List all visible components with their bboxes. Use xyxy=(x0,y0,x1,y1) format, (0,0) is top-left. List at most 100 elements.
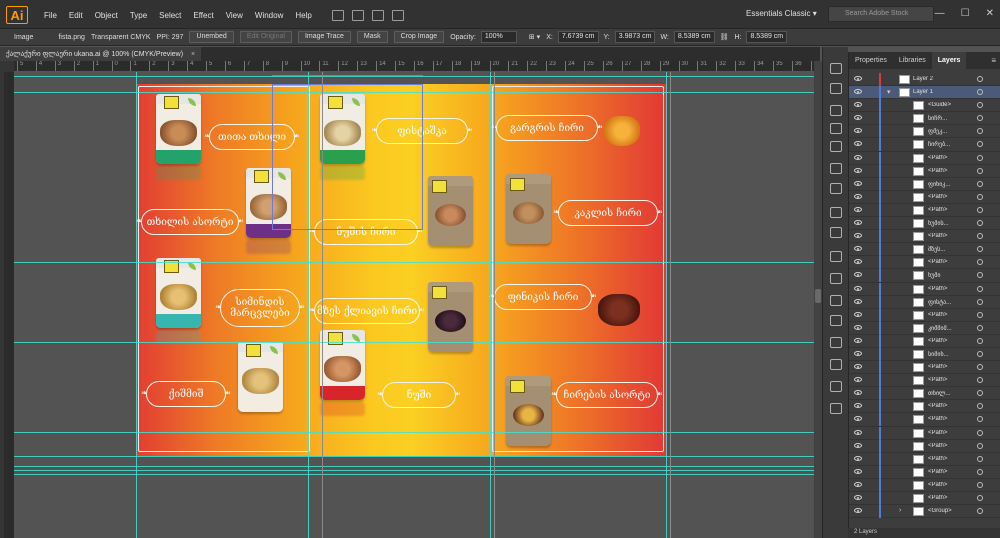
layer-item-row[interactable]: <Path> xyxy=(849,334,1000,348)
label-tkhilis-asorti[interactable]: თხილის ასორტი xyxy=(141,209,239,235)
align-panel-icon[interactable] xyxy=(830,295,842,306)
visibility-eye-icon[interactable] xyxy=(854,246,862,252)
layer-name[interactable]: სიჩრ... xyxy=(928,115,980,122)
target-circle-icon[interactable] xyxy=(977,442,983,449)
y-field[interactable]: 3.9873 cm xyxy=(614,31,656,43)
target-circle-icon[interactable] xyxy=(977,285,983,292)
layer-name[interactable]: <Path> xyxy=(928,233,980,239)
stroke-panel-icon[interactable] xyxy=(830,207,842,218)
visibility-eye-icon[interactable] xyxy=(854,364,862,370)
product-package-almond[interactable] xyxy=(320,330,365,400)
gpu-performance-icon[interactable] xyxy=(391,9,404,21)
guide-vertical[interactable] xyxy=(136,72,137,538)
close-tab-icon[interactable]: × xyxy=(191,51,195,58)
target-circle-icon[interactable] xyxy=(977,324,983,331)
layer-item-row[interactable]: ფისტა... xyxy=(849,295,1000,309)
visibility-eye-icon[interactable] xyxy=(854,206,862,212)
character-panel-icon[interactable] xyxy=(830,381,842,392)
workspace-switcher[interactable]: Essentials Classic xyxy=(746,9,817,18)
horizontal-ruler[interactable]: 5 4 3 2 1 0 1 2 3 4 5 6 7 8 9 10 11 12 13 14 15 16 17 18 19 20 21 2… xyxy=(14,61,814,72)
selection-bounding-box[interactable] xyxy=(272,84,423,230)
scrollbar-thumb[interactable] xyxy=(815,289,821,303)
layer-item-row[interactable]: <Path> xyxy=(849,478,1000,492)
guide-vertical[interactable] xyxy=(490,72,491,538)
maximize-button[interactable]: ☐ xyxy=(961,8,970,19)
target-circle-icon[interactable] xyxy=(977,495,983,501)
visibility-eye-icon[interactable] xyxy=(854,128,862,134)
target-circle-icon[interactable] xyxy=(977,102,983,109)
guide-horizontal[interactable] xyxy=(14,466,814,467)
menu-edit[interactable]: Edit xyxy=(63,11,89,20)
layer-item-row[interactable]: <Path> xyxy=(849,190,1000,204)
artboards-panel-icon[interactable] xyxy=(830,359,842,370)
brushes-panel-icon[interactable] xyxy=(830,83,842,94)
layer-name[interactable]: <Path> xyxy=(928,377,980,383)
tab-libraries[interactable]: Libraries xyxy=(893,52,932,69)
layer-item-row[interactable]: ნუშის... xyxy=(849,217,1000,231)
layer-name[interactable]: Layer 2 xyxy=(913,76,965,82)
menu-view[interactable]: View xyxy=(220,11,249,20)
product-package-corn[interactable] xyxy=(156,258,201,328)
panel-menu-icon[interactable]: ≡ xyxy=(991,56,996,65)
layer-name[interactable]: თხილ... xyxy=(928,390,980,397)
layer-name[interactable]: <Path> xyxy=(928,482,980,488)
product-package-dried-mix[interactable] xyxy=(506,376,551,446)
visibility-eye-icon[interactable] xyxy=(854,272,862,278)
visibility-eye-icon[interactable] xyxy=(854,102,862,108)
guide-horizontal[interactable] xyxy=(14,456,814,457)
visibility-eye-icon[interactable] xyxy=(854,377,862,383)
layer-item-row[interactable]: <Guide> xyxy=(849,99,1000,113)
target-circle-icon[interactable] xyxy=(977,508,983,515)
target-circle-icon[interactable] xyxy=(977,220,983,227)
stock-search-input[interactable]: Search Adobe Stock xyxy=(828,6,934,22)
appearance-panel-icon[interactable] xyxy=(830,163,842,174)
target-circle-icon[interactable] xyxy=(977,259,983,266)
target-circle-icon[interactable] xyxy=(977,141,983,148)
opacity-field[interactable]: 100% xyxy=(480,31,517,43)
visibility-eye-icon[interactable] xyxy=(854,141,862,147)
visibility-eye-icon[interactable] xyxy=(854,481,862,487)
arrange-documents-icon[interactable] xyxy=(371,9,384,21)
menu-type[interactable]: Type xyxy=(124,11,153,20)
h-field[interactable]: 8.5389 cm xyxy=(746,31,788,43)
tab-properties[interactable]: Properties xyxy=(849,52,893,69)
target-circle-icon[interactable] xyxy=(977,272,983,279)
guide-horizontal[interactable] xyxy=(14,474,814,475)
chess-piece-icon[interactable] xyxy=(830,141,842,152)
mask-button[interactable]: Mask xyxy=(356,31,388,43)
layer-item-row[interactable]: <Path> xyxy=(849,413,1000,427)
layer-item-row[interactable]: <Path> xyxy=(849,426,1000,440)
menu-file[interactable]: File xyxy=(38,11,63,20)
layer-name[interactable]: ჩირებ... xyxy=(928,141,980,148)
layer-item-row[interactable]: კიშმიშ... xyxy=(849,321,1000,335)
guide-horizontal[interactable] xyxy=(14,432,814,433)
layer-item-row[interactable]: <Path> xyxy=(849,230,1000,244)
layer-item-row[interactable]: მზეს... xyxy=(849,243,1000,257)
menu-effect[interactable]: Effect xyxy=(187,11,219,20)
target-circle-icon[interactable] xyxy=(977,167,983,174)
minimize-button[interactable]: — xyxy=(935,8,945,19)
guide-vertical[interactable] xyxy=(666,72,667,538)
menu-object[interactable]: Object xyxy=(89,11,124,20)
transparency-panel-icon[interactable] xyxy=(830,227,842,238)
target-circle-icon[interactable] xyxy=(977,455,983,462)
crop-image-button[interactable]: Crop Image xyxy=(393,31,445,43)
layer-item-row[interactable]: <Path> xyxy=(849,151,1000,165)
layer-item-row[interactable]: სიჩრ... xyxy=(849,112,1000,126)
target-circle-icon[interactable] xyxy=(977,481,983,488)
layer-item-row[interactable]: თხილ... xyxy=(849,387,1000,401)
layer-name[interactable]: <Guide> xyxy=(928,102,980,108)
visibility-eye-icon[interactable] xyxy=(854,337,862,343)
product-package-walnut[interactable] xyxy=(506,174,551,244)
layer-name[interactable]: <Path> xyxy=(928,338,980,344)
layer-name[interactable]: <Path> xyxy=(928,155,980,161)
layer-item-row[interactable]: › <Group> xyxy=(849,505,1000,519)
visibility-eye-icon[interactable] xyxy=(854,259,862,265)
layer-item-row[interactable]: <Path> xyxy=(849,492,1000,506)
visibility-eye-icon[interactable] xyxy=(854,390,862,396)
label-kishmishi[interactable]: ქიშმიშ xyxy=(146,381,226,407)
target-circle-icon[interactable] xyxy=(977,311,983,318)
layer-name[interactable]: Layer 1 xyxy=(913,89,965,95)
product-dates[interactable] xyxy=(596,264,642,334)
product-package-hazelnut[interactable] xyxy=(156,94,201,164)
